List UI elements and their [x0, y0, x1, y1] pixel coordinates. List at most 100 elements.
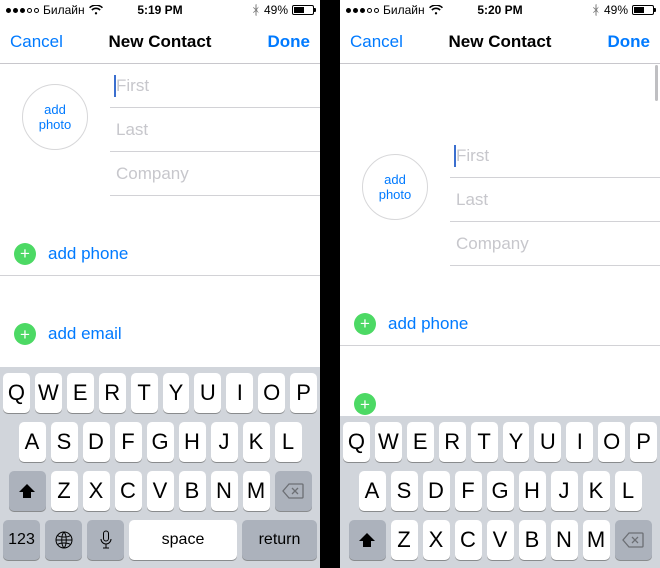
clock-label: 5:19 PM	[0, 3, 320, 17]
key-g[interactable]: G	[147, 422, 174, 462]
keyboard: QWERTYUIOP ASDFGHJKL ZXCVBNM 123 space r…	[0, 367, 320, 568]
key-e[interactable]: E	[67, 373, 94, 413]
key-y[interactable]: Y	[503, 422, 530, 462]
key-m[interactable]: M	[583, 520, 610, 560]
key-a[interactable]: A	[19, 422, 46, 462]
key-c[interactable]: C	[115, 471, 142, 511]
add-phone-row[interactable]: + add phone	[340, 302, 660, 346]
add-email-label: add email	[48, 324, 122, 344]
key-b[interactable]: B	[179, 471, 206, 511]
key-r[interactable]: R	[439, 422, 466, 462]
space-key[interactable]: space	[129, 520, 237, 560]
add-email-row[interactable]: + add email	[0, 312, 320, 356]
key-n[interactable]: N	[551, 520, 578, 560]
key-s[interactable]: S	[51, 422, 78, 462]
key-q[interactable]: Q	[343, 422, 370, 462]
key-u[interactable]: U	[194, 373, 221, 413]
plus-icon: +	[354, 313, 376, 335]
last-name-field[interactable]: Last	[450, 178, 660, 222]
key-f[interactable]: F	[115, 422, 142, 462]
dictation-key[interactable]	[87, 520, 124, 560]
key-t[interactable]: T	[471, 422, 498, 462]
shift-key[interactable]	[9, 471, 46, 511]
key-l[interactable]: L	[275, 422, 302, 462]
key-e[interactable]: E	[407, 422, 434, 462]
key-i[interactable]: I	[226, 373, 253, 413]
key-t[interactable]: T	[131, 373, 158, 413]
last-name-field[interactable]: Last	[110, 108, 320, 152]
add-photo-button[interactable]: addphoto	[362, 154, 428, 220]
company-field[interactable]: Company	[110, 152, 320, 196]
company-placeholder: Company	[116, 164, 189, 184]
key-m[interactable]: M	[243, 471, 270, 511]
key-a[interactable]: A	[359, 471, 386, 511]
backspace-key[interactable]	[615, 520, 652, 560]
first-name-field[interactable]: First	[450, 134, 660, 178]
battery-icon	[292, 5, 314, 15]
keyboard-row-1: QWERTYUIOP	[3, 373, 317, 413]
key-w[interactable]: W	[35, 373, 62, 413]
key-h[interactable]: H	[519, 471, 546, 511]
key-j[interactable]: J	[211, 422, 238, 462]
key-i[interactable]: I	[566, 422, 593, 462]
screenshot-left: Билайн 5:19 PM 49% Cancel New Contact Do…	[0, 0, 320, 568]
key-p[interactable]: P	[290, 373, 317, 413]
status-bar: Билайн 5:19 PM 49%	[0, 0, 320, 20]
numbers-key[interactable]: 123	[3, 520, 40, 560]
add-photo-button[interactable]: addphoto	[22, 84, 88, 150]
key-k[interactable]: K	[243, 422, 270, 462]
key-x[interactable]: X	[423, 520, 450, 560]
return-key[interactable]: return	[242, 520, 317, 560]
add-phone-label: add phone	[48, 244, 128, 264]
globe-key[interactable]	[45, 520, 82, 560]
shift-key[interactable]	[349, 520, 386, 560]
key-r[interactable]: R	[99, 373, 126, 413]
backspace-key[interactable]	[275, 471, 312, 511]
key-d[interactable]: D	[423, 471, 450, 511]
key-o[interactable]: O	[598, 422, 625, 462]
key-w[interactable]: W	[375, 422, 402, 462]
battery-icon	[632, 5, 654, 15]
key-j[interactable]: J	[551, 471, 578, 511]
company-field[interactable]: Company	[450, 222, 660, 266]
key-d[interactable]: D	[83, 422, 110, 462]
nav-bar: Cancel New Contact Done	[340, 20, 660, 64]
key-h[interactable]: H	[179, 422, 206, 462]
last-name-placeholder: Last	[456, 190, 488, 210]
key-l[interactable]: L	[615, 471, 642, 511]
key-f[interactable]: F	[455, 471, 482, 511]
add-phone-row[interactable]: + add phone	[0, 232, 320, 276]
first-name-placeholder: First	[116, 76, 149, 96]
key-o[interactable]: O	[258, 373, 285, 413]
key-q[interactable]: Q	[3, 373, 30, 413]
keyboard-row-2: ASDFGHJKL	[3, 422, 317, 462]
keyboard: QWERTYUIOP ASDFGHJKL ZXCVBNM	[340, 416, 660, 568]
page-title: New Contact	[0, 32, 320, 52]
key-x[interactable]: X	[83, 471, 110, 511]
key-v[interactable]: V	[147, 471, 174, 511]
text-cursor-icon	[454, 145, 456, 167]
key-y[interactable]: Y	[163, 373, 190, 413]
plus-icon: +	[354, 393, 376, 415]
first-name-placeholder: First	[456, 146, 489, 166]
key-s[interactable]: S	[391, 471, 418, 511]
first-name-field[interactable]: First	[110, 64, 320, 108]
plus-icon: +	[14, 323, 36, 345]
page-title: New Contact	[340, 32, 660, 52]
key-z[interactable]: Z	[51, 471, 78, 511]
scroll-indicator-icon	[655, 65, 658, 101]
key-u[interactable]: U	[534, 422, 561, 462]
content-area: addphoto First Last Company +	[0, 64, 320, 568]
keyboard-row-1: QWERTYUIOP	[343, 422, 657, 462]
key-g[interactable]: G	[487, 471, 514, 511]
keyboard-row-2: ASDFGHJKL	[343, 471, 657, 511]
text-cursor-icon	[114, 75, 116, 97]
key-b[interactable]: B	[519, 520, 546, 560]
key-p[interactable]: P	[630, 422, 657, 462]
key-z[interactable]: Z	[391, 520, 418, 560]
clock-label: 5:20 PM	[340, 3, 660, 17]
key-k[interactable]: K	[583, 471, 610, 511]
key-c[interactable]: C	[455, 520, 482, 560]
key-v[interactable]: V	[487, 520, 514, 560]
key-n[interactable]: N	[211, 471, 238, 511]
